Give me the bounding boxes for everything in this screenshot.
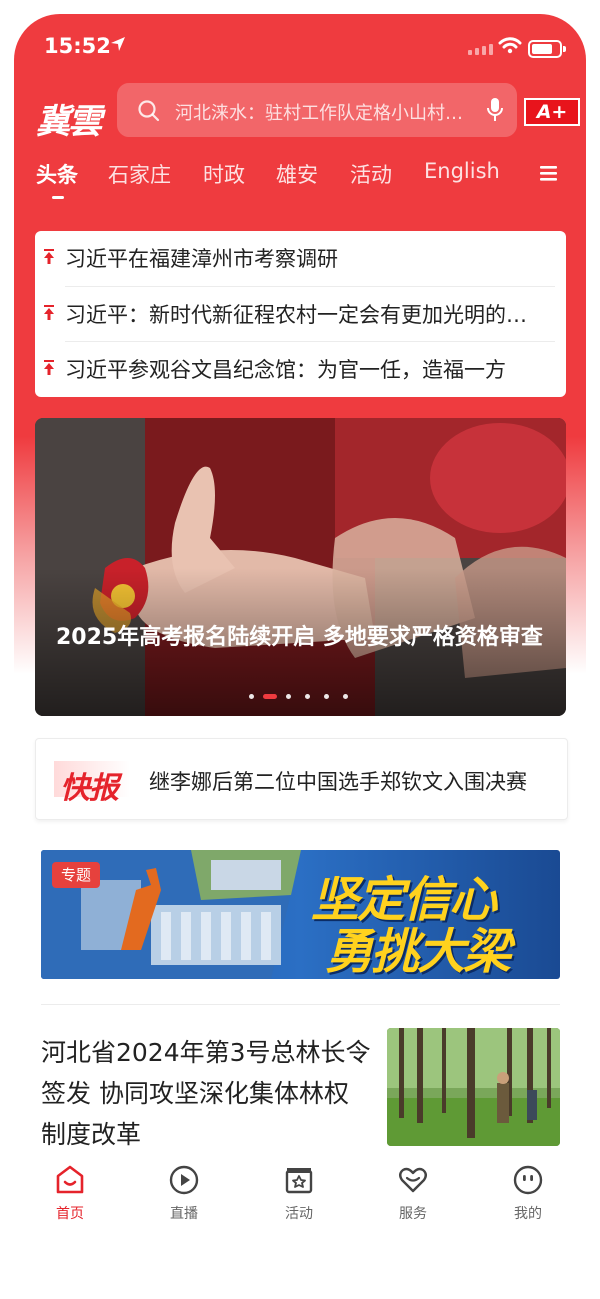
- search-bar[interactable]: 河北涞水：驻村工作队定格小山村…: [117, 83, 517, 137]
- phone-screen: 15:52 冀雲 河北涞水：驻村工作队定格小山村… A+ 头条 石家庄 时政 雄…: [14, 14, 586, 1254]
- live-play-icon: [169, 1165, 199, 1195]
- wifi-icon: [498, 36, 522, 58]
- flash-news-bar[interactable]: 快报 继李娜后第二位中国选手郑钦文入围决赛: [35, 738, 568, 820]
- carousel-dot[interactable]: [286, 694, 291, 699]
- nav-label: 我的: [514, 1206, 542, 1222]
- headline-item[interactable]: 习近平：新时代新征程农村一定会有更加光明的前景: [35, 287, 566, 342]
- headline-item[interactable]: 习近平参观谷文昌纪念馆：为官一任，造福一方: [35, 342, 566, 397]
- pin-top-icon: [43, 305, 55, 325]
- nav-activity[interactable]: 活动: [259, 1163, 339, 1223]
- article-thumbnail: [387, 1028, 560, 1146]
- nav-services[interactable]: 服务: [373, 1163, 453, 1223]
- carousel-dot[interactable]: [324, 694, 329, 699]
- topic-banner[interactable]: 专题 坚定信心 勇挑大梁: [41, 850, 560, 979]
- top-headlines-card: 习近平在福建漳州市考察调研 习近平：新时代新征程农村一定会有更加光明的前景 习近…: [35, 231, 566, 397]
- carousel-dots: [249, 694, 359, 702]
- nav-label: 直播: [170, 1206, 198, 1222]
- headline-text: 习近平参观谷文昌纪念馆：为官一任，造福一方: [65, 358, 506, 382]
- ai-plus-button[interactable]: A+: [524, 98, 580, 126]
- headline-text: 习近平：新时代新征程农村一定会有更加光明的前景: [65, 303, 545, 327]
- flash-news-label: 快报: [60, 771, 119, 806]
- headline-item[interactable]: 习近平在福建漳州市考察调研: [35, 231, 566, 286]
- news-carousel[interactable]: 2025年高考报名陆续开启 多地要求严格资格审查: [35, 418, 566, 716]
- status-bar: 15:52: [14, 14, 586, 74]
- profile-smile-icon: [513, 1165, 543, 1195]
- tab-english[interactable]: English: [424, 159, 500, 183]
- active-tab-indicator: [52, 196, 64, 199]
- tab-headlines[interactable]: 头条: [36, 159, 78, 189]
- carousel-dot[interactable]: [343, 694, 348, 699]
- carousel-caption: 2025年高考报名陆续开启 多地要求严格资格审查: [56, 625, 543, 650]
- location-arrow-icon: [110, 36, 126, 56]
- tab-politics[interactable]: 时政: [203, 159, 245, 189]
- service-heart-icon: [399, 1167, 427, 1193]
- nav-label: 活动: [285, 1206, 313, 1222]
- flash-news-badge: 快报: [54, 755, 130, 806]
- app-logo: 冀雲: [36, 102, 102, 142]
- news-article-item[interactable]: 河北省2024年第3号总林长令签发 协同攻坚深化集体林权制度改革: [41, 1028, 560, 1158]
- home-icon: [56, 1165, 84, 1194]
- flash-news-text: 继李娜后第二位中国选手郑钦文入围决赛: [149, 770, 527, 794]
- carousel-dot[interactable]: [249, 694, 254, 699]
- carousel-dot-active[interactable]: [263, 694, 277, 699]
- cellular-signal-icon: [468, 44, 493, 55]
- tab-activities[interactable]: 活动: [350, 159, 392, 189]
- tab-xiongan[interactable]: 雄安: [276, 159, 318, 189]
- channel-tabs: 头条 石家庄 时政 雄安 活动 English: [14, 159, 586, 209]
- ai-plus-label: A+: [526, 100, 578, 124]
- tab-shijiazhuang[interactable]: 石家庄: [108, 159, 171, 189]
- nav-live[interactable]: 直播: [144, 1163, 224, 1223]
- banner-slogan-line2: 勇挑大梁: [325, 924, 511, 979]
- search-placeholder: 河北涞水：驻村工作队定格小山村…: [175, 103, 463, 124]
- nav-label: 服务: [399, 1206, 427, 1222]
- microphone-icon[interactable]: [485, 96, 505, 128]
- article-title: 河北省2024年第3号总林长令签发 协同攻坚深化集体林权制度改革: [41, 1038, 371, 1149]
- search-icon: [137, 99, 161, 127]
- nav-profile[interactable]: 我的: [488, 1163, 568, 1223]
- status-time: 15:52: [44, 34, 111, 58]
- bottom-navigation: 首页 直播 活动 服务 我的: [14, 1159, 586, 1234]
- pin-top-icon: [43, 360, 55, 380]
- nav-label: 首页: [56, 1206, 84, 1222]
- menu-icon[interactable]: [538, 163, 560, 187]
- nav-home[interactable]: 首页: [30, 1163, 110, 1223]
- battery-icon: [528, 40, 566, 58]
- divider: [41, 1004, 560, 1005]
- topic-tag: 专题: [52, 862, 100, 888]
- carousel-dot[interactable]: [305, 694, 310, 699]
- headline-text: 习近平在福建漳州市考察调研: [65, 247, 338, 271]
- pin-top-icon: [43, 249, 55, 269]
- activity-star-icon: [285, 1168, 313, 1194]
